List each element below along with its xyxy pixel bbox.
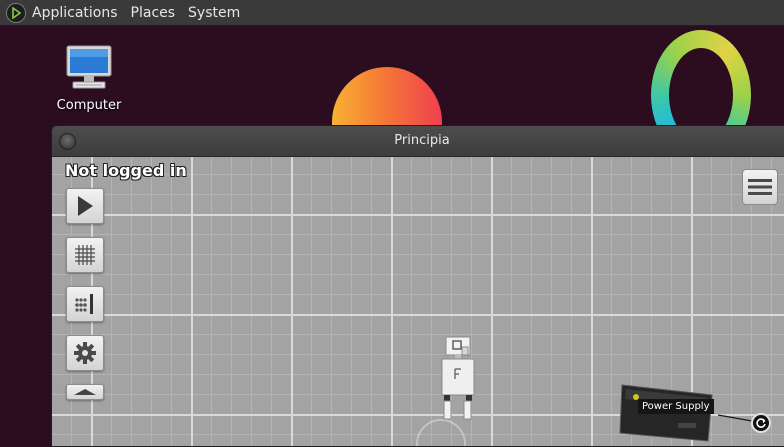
desktop-icon-computer[interactable]: Computer <box>52 44 126 113</box>
robot-object[interactable] <box>438 336 476 430</box>
cable-line <box>718 414 753 422</box>
layers-icon <box>75 294 93 314</box>
power-supply-label: Power Supply <box>638 399 714 414</box>
login-status: Not logged in <box>65 161 187 180</box>
robot-icon <box>441 336 475 420</box>
menu-places[interactable]: Places <box>131 5 176 21</box>
top-panel: Applications Places System <box>0 0 784 26</box>
settings-button[interactable] <box>66 335 104 371</box>
hamburger-icon <box>748 179 772 195</box>
collapse-button[interactable] <box>66 384 104 400</box>
chevron-up-icon <box>74 389 96 395</box>
window-titlebar[interactable]: Principia <box>52 126 784 157</box>
menu-applications[interactable]: Applications <box>32 5 118 21</box>
main-menu-button[interactable] <box>742 169 778 205</box>
computer-icon <box>66 45 112 89</box>
gear-icon <box>74 342 96 364</box>
window-title: Principia <box>394 133 450 148</box>
wallpaper-shape <box>332 67 442 129</box>
game-canvas[interactable]: Not logged in Power Supply <box>52 157 784 446</box>
power-supply-object[interactable] <box>618 383 718 446</box>
rotate-button[interactable] <box>751 413 771 433</box>
menu-logo-icon[interactable] <box>6 2 26 23</box>
play-icon <box>78 196 93 216</box>
play-button[interactable] <box>66 188 104 224</box>
menu-system[interactable]: System <box>188 5 240 21</box>
grid-button[interactable] <box>66 237 104 273</box>
grid-icon <box>75 245 95 265</box>
principia-window: Principia Not logged in Power Supply <box>51 125 784 447</box>
layer-button[interactable] <box>66 286 104 322</box>
rotate-icon <box>756 418 766 428</box>
desktop-icon-label: Computer <box>56 98 122 113</box>
